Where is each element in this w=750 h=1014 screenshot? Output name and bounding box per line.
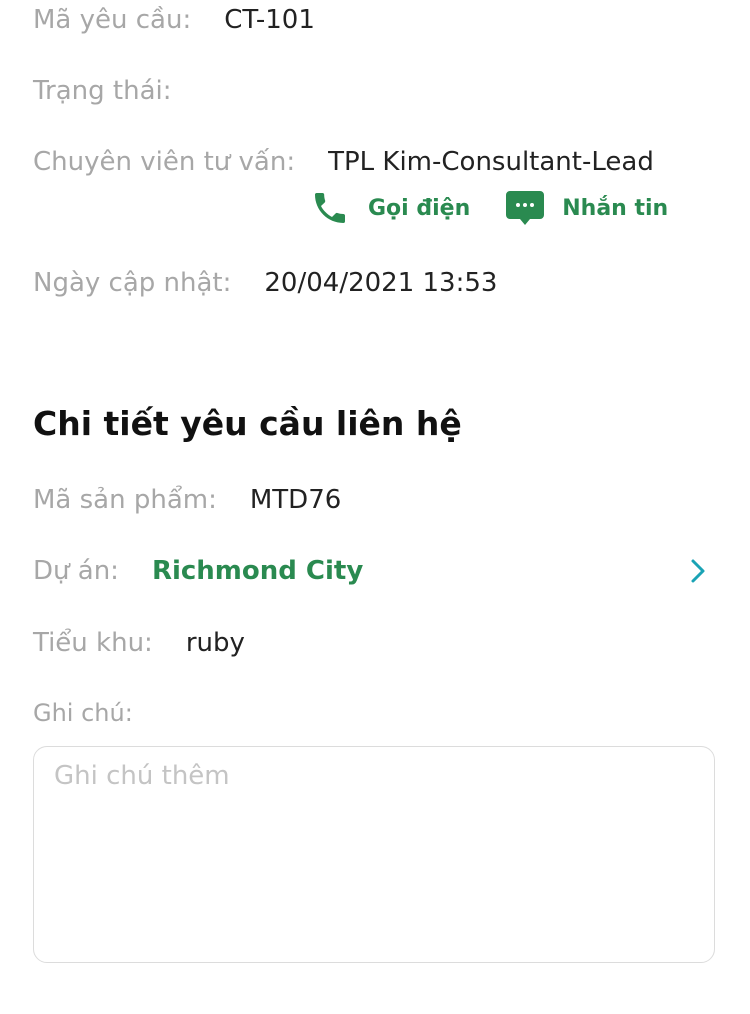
call-button[interactable]: Gọi điện xyxy=(310,188,470,228)
product-code-row: Mã sản phẩm: MTD76 xyxy=(33,482,341,518)
message-label: Nhắn tin xyxy=(562,195,669,221)
chat-bubble-icon xyxy=(506,191,545,225)
request-code-label: Mã yêu cầu: xyxy=(33,5,192,35)
project-label: Dự án: xyxy=(33,556,119,586)
section-title: Chi tiết yêu cầu liên hệ xyxy=(33,404,462,443)
updated-date-value: 20/04/2021 13:53 xyxy=(264,268,498,298)
product-code-value: MTD76 xyxy=(249,485,342,515)
subdivision-row: Tiểu khu: ruby xyxy=(33,625,245,661)
note-label: Ghi chú: xyxy=(33,699,133,727)
product-code-label: Mã sản phẩm: xyxy=(33,485,217,515)
request-code-value: CT-101 xyxy=(224,5,315,35)
project-link[interactable]: Richmond City xyxy=(152,553,363,589)
consultant-actions: Gọi điện Nhắn tin xyxy=(310,188,668,228)
updated-date-row: Ngày cập nhật: 20/04/2021 13:53 xyxy=(33,265,497,301)
subdivision-label: Tiểu khu: xyxy=(33,628,153,658)
status-label: Trạng thái: xyxy=(33,76,172,106)
updated-date-label: Ngày cập nhật: xyxy=(33,268,232,298)
project-row[interactable]: Dự án: Richmond City xyxy=(33,553,363,589)
call-label: Gọi điện xyxy=(368,195,471,221)
consultant-name: TPL Kim-Consultant-Lead xyxy=(328,147,654,177)
subdivision-value: ruby xyxy=(185,628,245,658)
note-row: Ghi chú: xyxy=(33,695,133,731)
consultant-label: Chuyên viên tư vấn: xyxy=(33,147,296,177)
status-row: Trạng thái: xyxy=(33,73,192,109)
consultant-row: Chuyên viên tư vấn: TPL Kim-Consultant-L… xyxy=(33,144,654,180)
request-detail-page: Mã yêu cầu: CT-101 Trạng thái: Chuyên vi… xyxy=(0,0,750,1014)
chevron-right-icon[interactable] xyxy=(686,556,710,586)
request-code-row: Mã yêu cầu: CT-101 xyxy=(33,2,315,38)
message-button[interactable]: Nhắn tin xyxy=(504,187,668,229)
note-textarea[interactable] xyxy=(34,747,714,962)
phone-icon xyxy=(315,193,345,223)
note-field-container xyxy=(33,746,715,963)
